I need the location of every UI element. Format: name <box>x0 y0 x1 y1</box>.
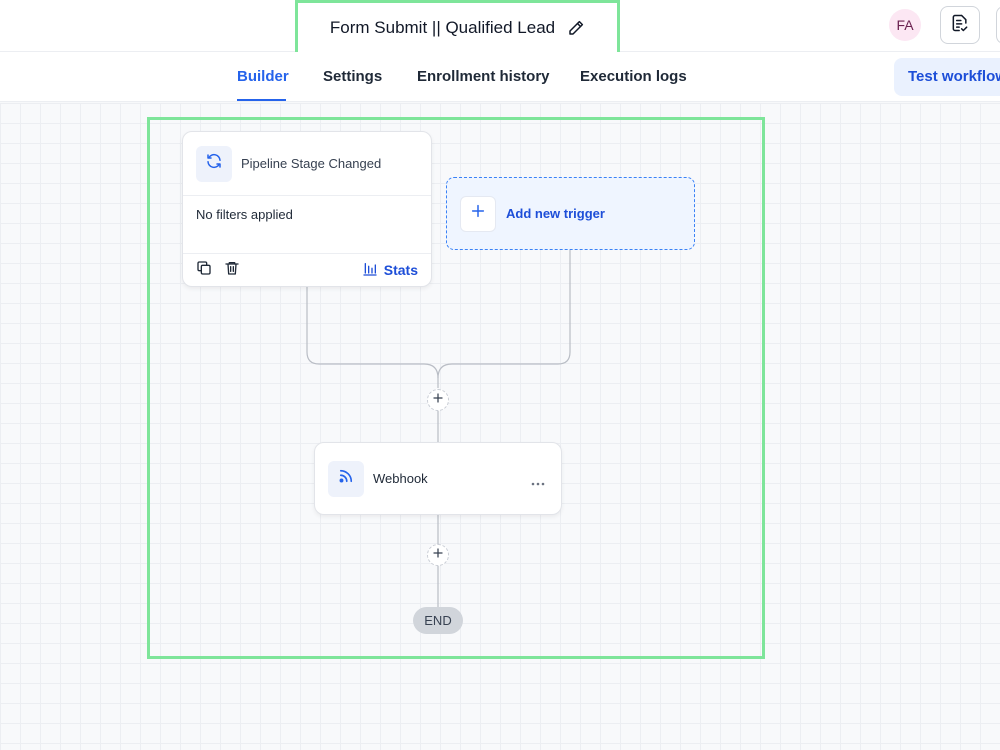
overflow-button[interactable] <box>996 6 1000 44</box>
refresh-icon <box>205 152 223 175</box>
plus-icon <box>432 391 444 409</box>
trigger-filters: No filters applied <box>183 196 431 254</box>
stats-label: Stats <box>383 262 418 278</box>
bar-chart-icon <box>362 261 378 280</box>
document-check-icon <box>950 13 970 38</box>
add-trigger-button[interactable]: Add new trigger <box>446 177 695 250</box>
stats-button[interactable]: Stats <box>362 261 418 280</box>
more-horizontal-icon[interactable] <box>531 473 545 491</box>
tab-bar: Builder Settings Enrollment history Exec… <box>0 52 1000 102</box>
tab-builder[interactable]: Builder <box>237 68 289 85</box>
trigger-title: Pipeline Stage Changed <box>241 156 382 171</box>
tab-execution-logs[interactable]: Execution logs <box>580 68 687 85</box>
pencil-icon[interactable] <box>567 19 585 37</box>
add-step-button[interactable] <box>427 544 449 566</box>
trigger-footer: Stats <box>183 254 431 286</box>
copy-icon[interactable] <box>196 260 212 281</box>
trigger-header[interactable]: Pipeline Stage Changed <box>183 132 431 196</box>
plus-icon <box>432 546 444 564</box>
add-step-button[interactable] <box>427 389 449 411</box>
tab-enrollment-history[interactable]: Enrollment history <box>417 68 550 85</box>
document-check-button[interactable] <box>940 6 980 44</box>
plus-icon <box>470 203 486 224</box>
webhook-action-card[interactable]: Webhook <box>314 442 562 515</box>
top-bar: Form Submit || Qualified Lead FA <box>0 0 1000 56</box>
user-avatar[interactable]: FA <box>889 9 921 41</box>
trigger-card[interactable]: Pipeline Stage Changed No filters applie… <box>182 131 432 287</box>
test-workflow-button[interactable]: Test workflow <box>894 58 1000 96</box>
webhook-icon-tile <box>328 460 364 497</box>
workflow-title-box[interactable]: Form Submit || Qualified Lead <box>295 0 620 56</box>
workflow-title[interactable]: Form Submit || Qualified Lead <box>330 18 555 38</box>
trash-icon[interactable] <box>224 260 240 281</box>
add-trigger-label: Add new trigger <box>506 206 605 221</box>
tab-settings[interactable]: Settings <box>323 68 382 85</box>
end-node: END <box>413 607 463 634</box>
trigger-icon-tile <box>196 145 232 182</box>
add-trigger-icon-tile <box>460 195 496 232</box>
rss-icon <box>337 467 355 490</box>
webhook-title: Webhook <box>373 471 428 486</box>
active-tab-indicator <box>237 99 286 101</box>
